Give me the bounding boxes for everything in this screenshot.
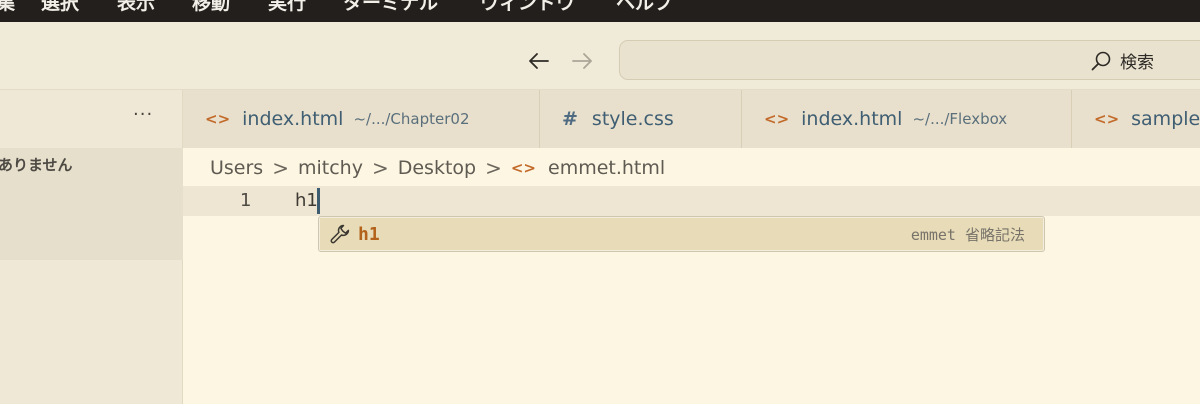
sidebar-empty-message: ありません [0, 156, 73, 174]
arrow-right-icon [572, 53, 592, 69]
line-number: 1 [240, 190, 252, 211]
menu-window[interactable]: ウィンドウ [480, 0, 575, 15]
breadcrumb: Users > mitchy > Desktop > <> emmet.html [210, 156, 665, 180]
code-line[interactable]: h1 [295, 190, 318, 211]
menu-help[interactable]: ヘルプ [616, 0, 673, 15]
search-label: 検索 [1120, 53, 1154, 73]
tab-label: style.css [591, 108, 674, 130]
css-file-icon: # [562, 108, 578, 130]
sidebar: ··· ありません [0, 90, 183, 404]
tab-index-html-chapter02[interactable]: <> index.html ~/.../Chapter02 [183, 90, 540, 148]
forward-button[interactable] [568, 47, 596, 75]
html-file-icon: <> [764, 110, 790, 128]
back-button[interactable] [525, 47, 553, 75]
html-file-icon: <> [510, 159, 536, 177]
text-cursor [317, 188, 320, 214]
breadcrumb-desktop[interactable]: Desktop [398, 157, 476, 179]
suggest-label: h1 [358, 223, 380, 245]
menu-selection[interactable]: 選択 [41, 0, 79, 15]
chevron-right-icon: > [485, 156, 502, 180]
suggest-item[interactable]: h1 emmet 省略記法 [320, 218, 1043, 250]
chevron-right-icon: > [272, 156, 289, 180]
html-file-icon: <> [1094, 110, 1120, 128]
menu-view[interactable]: 表示 [117, 0, 155, 15]
search-content: 検索 [1090, 48, 1154, 73]
tab-label: sample [1131, 108, 1200, 130]
more-actions-icon[interactable]: ··· [133, 104, 153, 125]
breadcrumb-mitchy[interactable]: mitchy [298, 157, 363, 179]
menu-terminal[interactable]: ターミナル [343, 0, 438, 15]
tab-index-html-flexbox[interactable]: <> index.html ~/.../Flexbox [742, 90, 1072, 148]
tab-style-css[interactable]: # style.css [540, 90, 742, 148]
menu-go[interactable]: 移動 [192, 0, 230, 15]
tab-description: ~/.../Chapter02 [353, 110, 470, 128]
html-file-icon: <> [205, 110, 231, 128]
sidebar-section: ありません [0, 148, 183, 260]
wrench-icon [328, 222, 352, 246]
tab-description: ~/.../Flexbox [912, 110, 1008, 128]
chevron-right-icon: > [371, 156, 389, 180]
breadcrumb-users[interactable]: Users [210, 157, 263, 179]
tab-sample[interactable]: <> sample [1072, 90, 1200, 148]
tab-bar: <> index.html ~/.../Chapter02 # style.cs… [183, 90, 1200, 148]
menu-bar: 集 選択 表示 移動 実行 ターミナル ウィンドウ ヘルプ [0, 0, 1200, 22]
search-icon [1091, 51, 1111, 70]
menu-edit[interactable]: 集 [0, 0, 15, 15]
suggest-widget: h1 emmet 省略記法 [318, 216, 1045, 252]
tab-label: index.html [242, 108, 344, 130]
arrow-left-icon [529, 53, 549, 69]
breadcrumb-file[interactable]: emmet.html [548, 157, 665, 179]
suggest-detail: emmet 省略記法 [910, 226, 1025, 244]
tab-label: index.html [801, 108, 903, 130]
menu-run[interactable]: 実行 [268, 0, 306, 15]
current-line-highlight [183, 186, 1200, 216]
command-center-search[interactable]: 検索 [619, 40, 1200, 80]
